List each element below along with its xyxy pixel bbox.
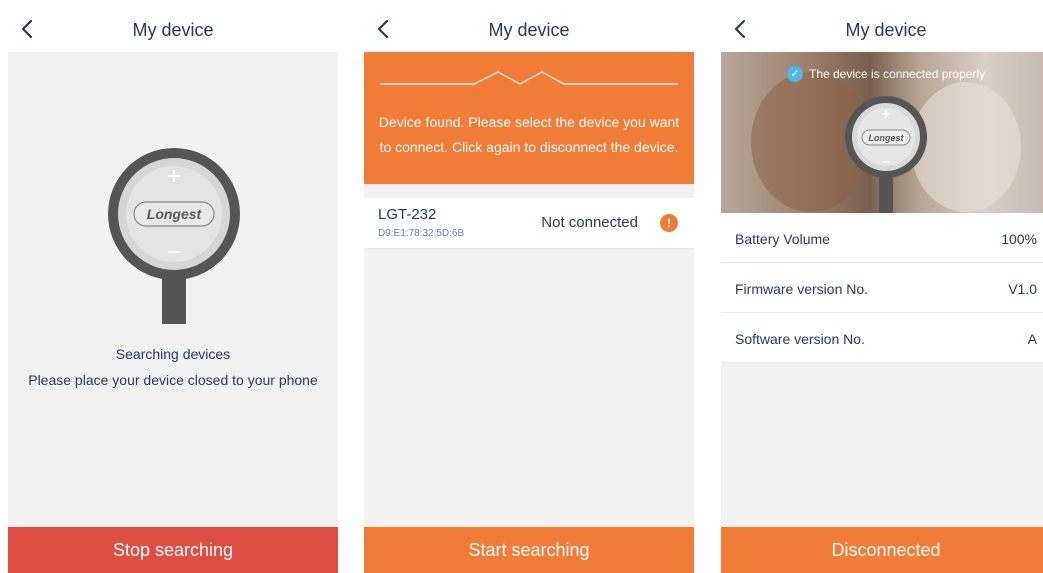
info-label: Firmware version No.: [735, 281, 869, 297]
info-value: 100%: [1001, 231, 1037, 247]
info-label: Software version No.: [735, 331, 865, 347]
info-row-battery: Battery Volume 100%: [721, 213, 1043, 263]
info-row-software: Software version No. A: [721, 313, 1043, 363]
searching-status: Searching devices: [115, 346, 231, 362]
info-row-firmware: Firmware version No. V1.0: [721, 263, 1043, 313]
info-label: Battery Volume: [735, 231, 830, 247]
device-illustration: Longest: [845, 96, 927, 213]
connection-state: Not connected: [541, 214, 638, 231]
start-searching-button[interactable]: Start searching: [364, 527, 694, 573]
screen-device-found: My device Device found. Please select th…: [364, 8, 694, 573]
banner-message: Device found. Please select the device y…: [378, 114, 680, 155]
searching-hint: Please place your device closed to your …: [28, 372, 318, 388]
page-title: My device: [488, 20, 570, 40]
device-mac: D9:E1:78:32:5D:6B: [378, 228, 465, 239]
top-bar: My device: [721, 8, 1043, 52]
device-logo-text: Longest: [147, 206, 203, 222]
disconnected-button[interactable]: Disconnected: [721, 527, 1043, 573]
device-found-banner: Device found. Please select the device y…: [364, 52, 694, 184]
device-info-list: Battery Volume 100% Firmware version No.…: [721, 213, 1043, 363]
info-value: V1.0: [1008, 281, 1037, 297]
device-name: LGT-232: [378, 206, 437, 223]
page-title: My device: [132, 20, 214, 40]
info-icon[interactable]: !: [660, 214, 678, 232]
device-list-item[interactable]: LGT-232 D9:E1:78:32:5D:6B Not connected …: [364, 198, 694, 249]
signal-wave-icon: [380, 71, 678, 85]
screen-searching: My device Longest Searching devices Plea…: [8, 8, 338, 573]
check-icon: ✓: [787, 66, 803, 82]
connected-message: The device is connected properly: [809, 67, 986, 81]
top-bar: My device: [364, 8, 694, 52]
info-value: A: [1027, 331, 1037, 347]
device-logo-text: Longest: [869, 133, 905, 143]
page-title: My device: [845, 20, 927, 40]
device-illustration: Longest: [108, 148, 240, 324]
top-bar: My device: [8, 8, 338, 52]
connected-status: ✓ The device is connected properly: [787, 65, 985, 83]
stop-searching-button[interactable]: Stop searching: [8, 527, 338, 573]
hero-image: ✓ The device is connected properly Longe…: [721, 52, 1043, 213]
screen-connected: My device ✓ The device is connected prop…: [721, 8, 1043, 573]
